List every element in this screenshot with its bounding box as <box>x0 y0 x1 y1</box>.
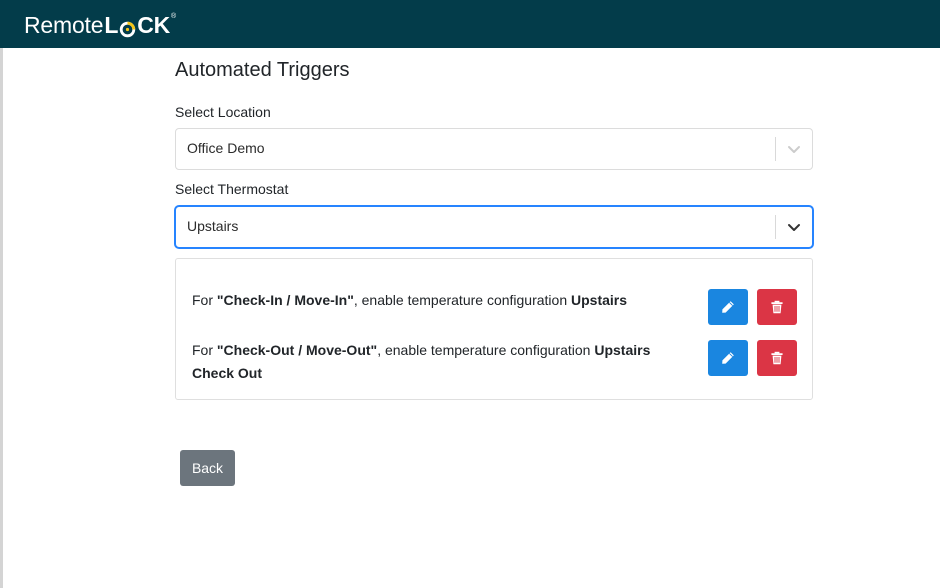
location-label: Select Location <box>175 104 271 120</box>
trigger-description: , enable temperature configuration <box>377 342 595 358</box>
trash-icon <box>771 351 783 365</box>
edit-trigger-button[interactable] <box>708 289 748 325</box>
thermostat-selected-value: Upstairs <box>187 218 239 234</box>
top-navigation-bar: Remote L CK ® <box>0 0 940 48</box>
select-separator <box>775 215 776 239</box>
thermostat-label: Select Thermostat <box>175 181 289 197</box>
trigger-description: , enable temperature configuration <box>353 292 571 308</box>
logo-lock-ring-icon <box>119 17 136 37</box>
trash-icon <box>771 300 783 314</box>
pencil-icon <box>722 301 734 313</box>
trigger-event: "Check-In / Move-In" <box>216 292 354 308</box>
trigger-row-checkin: For "Check-In / Move-In", enable tempera… <box>192 289 672 312</box>
trigger-prefix: For <box>192 342 217 358</box>
chevron-down-icon[interactable] <box>786 219 802 235</box>
logo-trademark: ® <box>171 13 176 20</box>
select-separator <box>775 137 776 161</box>
trigger-event: "Check-Out / Move-Out" <box>216 342 378 358</box>
edit-trigger-button[interactable] <box>708 340 748 376</box>
logo-ck-letters: CK <box>137 11 171 38</box>
back-button[interactable]: Back <box>180 450 235 486</box>
trigger-configuration: Upstairs <box>571 292 628 308</box>
triggers-list: For "Check-In / Move-In", enable tempera… <box>175 258 813 400</box>
trigger-row-checkout: For "Check-Out / Move-Out", enable tempe… <box>192 339 672 385</box>
logo-remote-text: Remote <box>24 11 104 38</box>
chevron-down-icon[interactable] <box>786 141 802 157</box>
window-left-edge <box>0 48 3 588</box>
location-select[interactable]: Office Demo <box>175 128 813 170</box>
thermostat-select[interactable]: Upstairs <box>175 206 813 248</box>
logo-lock-text: L CK <box>104 12 170 39</box>
location-selected-value: Office Demo <box>187 140 265 156</box>
logo-l-letter: L <box>104 11 119 38</box>
delete-trigger-button[interactable] <box>757 289 797 325</box>
trigger-prefix: For <box>192 292 217 308</box>
page-title: Automated Triggers <box>175 59 350 81</box>
pencil-icon <box>722 352 734 364</box>
remotelock-logo[interactable]: Remote L CK ® <box>24 11 176 39</box>
delete-trigger-button[interactable] <box>757 340 797 376</box>
